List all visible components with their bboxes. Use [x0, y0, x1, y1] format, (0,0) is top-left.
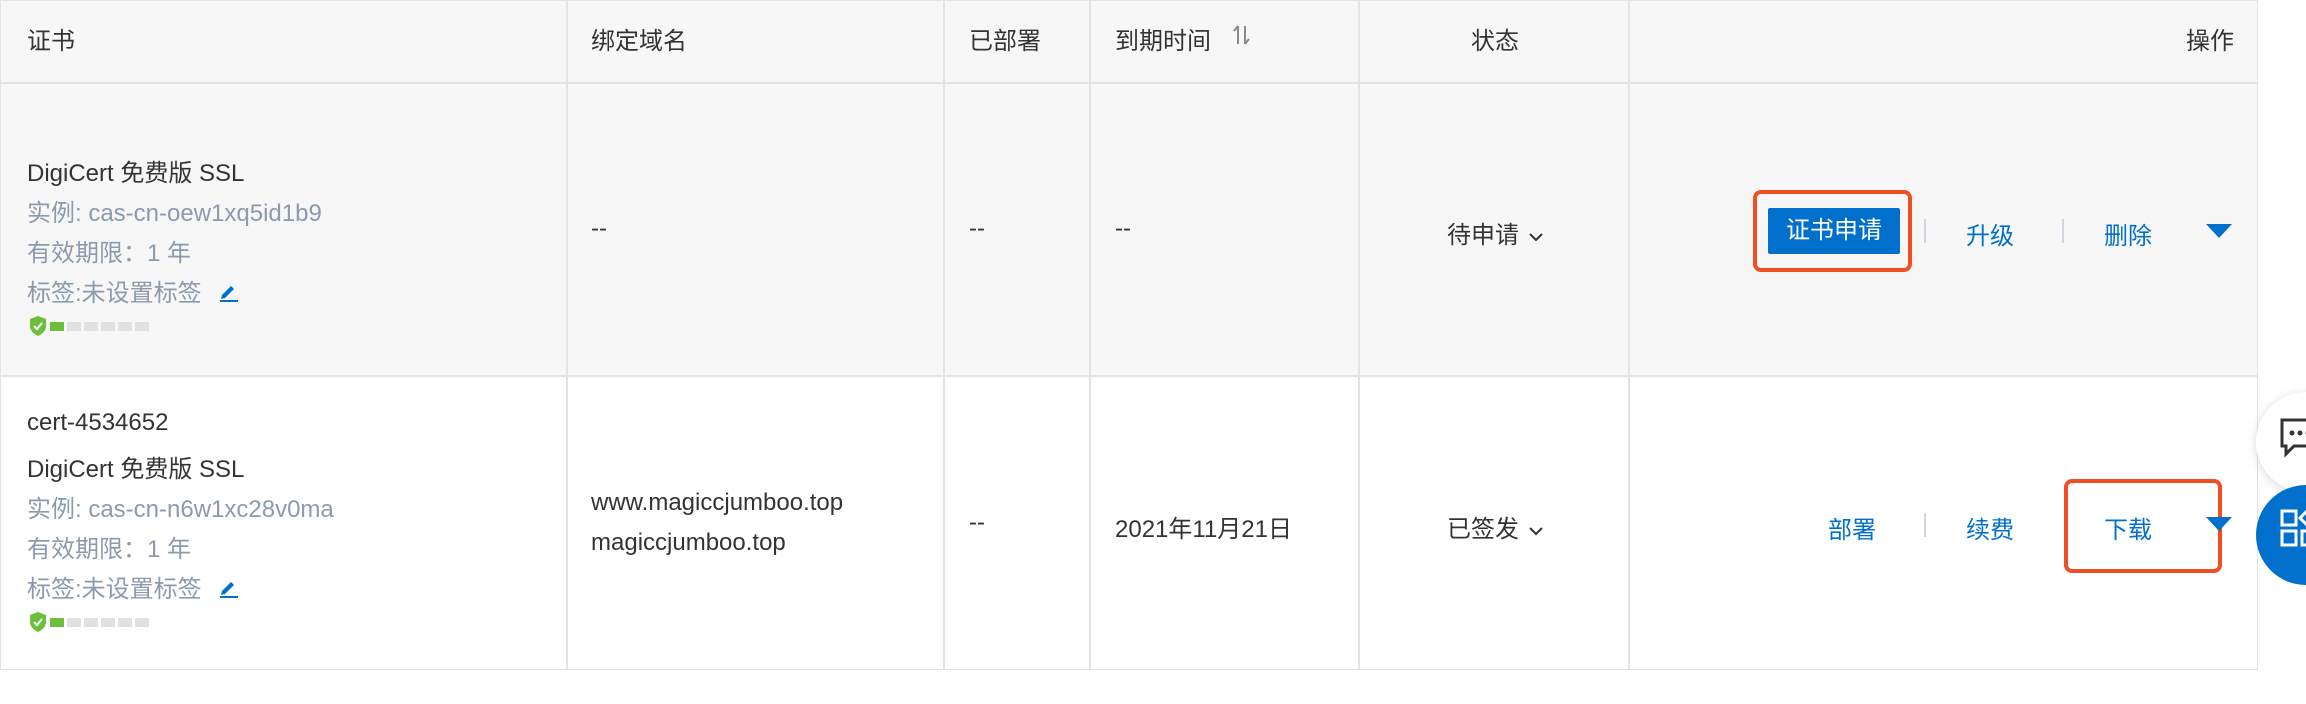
- cert-tag-label: 标签:未设置标签: [27, 576, 202, 603]
- sort-icon[interactable]: [1232, 0, 1252, 80]
- divider: [1628, 1, 1630, 669]
- cert-instance: 实例: cas-cn-oew1xq5id1b9: [27, 200, 322, 227]
- cert-validity: 有效期限：1 年: [27, 536, 192, 563]
- column-header-cert: 证书: [27, 28, 75, 55]
- chat-icon: [2280, 418, 2306, 458]
- level-segment: [67, 617, 81, 627]
- divider: [1089, 1, 1091, 669]
- deploy-link[interactable]: 部署: [1828, 510, 1876, 545]
- upgrade-link[interactable]: 升级: [1966, 216, 2014, 251]
- more-actions-dropdown-icon[interactable]: [2206, 517, 2232, 531]
- divider: [566, 1, 568, 669]
- status-dropdown[interactable]: 待申请: [1447, 215, 1544, 250]
- level-segment: [101, 617, 115, 627]
- cert-tag: 标签:未设置标签: [27, 273, 240, 309]
- column-header-expiry[interactable]: 到期时间: [1115, 1, 1252, 82]
- cert-instance: 实例: cas-cn-n6w1xc28v0ma: [27, 496, 334, 523]
- level-segment: [101, 321, 115, 331]
- status-label: 待申请: [1447, 222, 1519, 249]
- domain-value: --: [591, 215, 607, 242]
- expiry-value: --: [1115, 215, 1131, 242]
- divider: [1924, 513, 1926, 537]
- deployed-value: --: [969, 509, 985, 536]
- level-segment: [84, 617, 98, 627]
- cert-name: DigiCert 免费版 SSL: [27, 456, 245, 483]
- divider: [943, 1, 945, 669]
- shield-icon: [30, 316, 46, 336]
- level-segment: [118, 321, 132, 331]
- edit-icon[interactable]: [218, 280, 240, 309]
- divider: [1924, 219, 1926, 243]
- grid-icon: [2280, 509, 2306, 547]
- cert-tag: 标签:未设置标签: [27, 569, 240, 605]
- cert-id: cert-4534652: [27, 409, 169, 436]
- column-header-status: 状态: [1471, 28, 1519, 55]
- delete-link[interactable]: 删除: [2104, 216, 2152, 251]
- column-header-domain: 绑定域名: [591, 28, 687, 55]
- cert-validity: 有效期限：1 年: [27, 240, 192, 267]
- level-segment: [135, 321, 149, 331]
- column-header-expiry-label: 到期时间: [1115, 28, 1211, 55]
- level-segment: [135, 617, 149, 627]
- divider: [1358, 1, 1360, 669]
- divider: [1, 82, 2257, 84]
- chevron-down-icon: [1528, 527, 1543, 536]
- chat-float-button[interactable]: [2256, 392, 2306, 492]
- edit-icon[interactable]: [218, 576, 240, 605]
- status-dropdown[interactable]: 已签发: [1447, 509, 1544, 544]
- apps-float-button[interactable]: [2256, 485, 2306, 585]
- divider: [2062, 219, 2064, 243]
- chevron-down-icon: [1528, 233, 1543, 242]
- more-actions-dropdown-icon[interactable]: [2206, 224, 2232, 238]
- cert-tag-label: 标签:未设置标签: [27, 280, 202, 307]
- expiry-value: 2021年11月21日: [1115, 516, 1292, 543]
- level-segment: [67, 321, 81, 331]
- divider: [1, 375, 2257, 377]
- renew-link[interactable]: 续费: [1966, 510, 2014, 545]
- level-segment: [84, 321, 98, 331]
- domain-value: magiccjumboo.top: [591, 529, 786, 556]
- level-segment: [118, 617, 132, 627]
- domain-value: www.magiccjumboo.top: [591, 489, 844, 516]
- security-level-indicator: [28, 315, 152, 337]
- shield-icon: [30, 612, 46, 632]
- download-link[interactable]: 下载: [2104, 510, 2152, 545]
- column-header-actions: 操作: [2186, 28, 2234, 55]
- deployed-value: --: [969, 215, 985, 242]
- security-level-indicator: [28, 611, 152, 633]
- column-header-deployed: 已部署: [969, 28, 1041, 55]
- cert-name: DigiCert 免费版 SSL: [27, 160, 245, 187]
- apply-certificate-button[interactable]: 证书申请: [1768, 208, 1900, 254]
- level-segment: [50, 617, 64, 627]
- certificate-table: 证书 绑定域名 已部署 到期时间 状态 操作 DigiCert 免费版 SSL …: [0, 0, 2258, 670]
- level-segment: [50, 321, 64, 331]
- status-label: 已签发: [1447, 516, 1519, 543]
